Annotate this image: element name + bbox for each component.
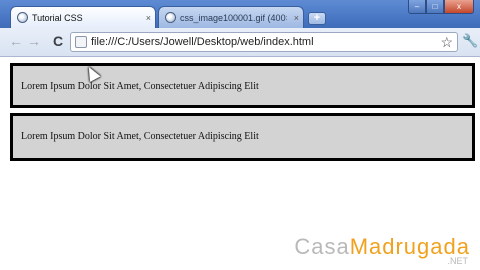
address-url[interactable]: file:///C:/Users/Jowell/Desktop/web/inde… [91, 33, 314, 51]
wrench-icon[interactable]: 🔧 [462, 33, 478, 49]
page-favicon-icon [17, 12, 28, 23]
bookmark-star-icon[interactable]: ☆ [440, 33, 453, 51]
back-arrow-icon[interactable]: ← [8, 33, 24, 49]
reload-icon[interactable]: C [50, 33, 66, 49]
close-window-button[interactable]: x [444, 0, 474, 14]
forward-arrow-icon[interactable]: → [26, 33, 42, 49]
browser-toolbar: ← → C file:///C:/Users/Jowell/Desktop/we… [0, 28, 480, 57]
tab-css-image[interactable]: css_image100001.gif (400×3 × [158, 6, 304, 28]
content-box: Lorem Ipsum Dolor Sit Amet, Consectetuer… [10, 63, 475, 108]
minimize-button[interactable]: – [408, 0, 426, 14]
tab-tutorial-css[interactable]: Tutorial CSS × [10, 6, 156, 28]
tab-close-icon[interactable]: × [294, 7, 299, 28]
paragraph-text: Lorem Ipsum Dolor Sit Amet, Consectetuer… [21, 81, 259, 92]
paragraph-text: Lorem Ipsum Dolor Sit Amet, Consectetuer… [21, 131, 259, 142]
address-bar[interactable]: file:///C:/Users/Jowell/Desktop/web/inde… [70, 32, 458, 52]
maximize-button[interactable]: □ [426, 0, 444, 14]
window-controls: – □ x [408, 0, 474, 14]
new-tab-button[interactable]: + [308, 12, 326, 25]
page-icon [75, 36, 87, 48]
page-favicon-icon [165, 12, 176, 23]
tab-close-icon[interactable]: × [146, 7, 151, 28]
watermark-part1: Casa [294, 234, 350, 259]
watermark-suffix: .NET [447, 256, 468, 266]
tab-label: css_image100001.gif (400×3 [180, 13, 287, 23]
browser-title-bar: Tutorial CSS × css_image100001.gif (400×… [0, 0, 480, 28]
tab-label: Tutorial CSS [32, 13, 83, 23]
content-box: Lorem Ipsum Dolor Sit Amet, Consectetuer… [10, 113, 475, 161]
watermark-logo: CasaMadrugada [294, 234, 470, 260]
